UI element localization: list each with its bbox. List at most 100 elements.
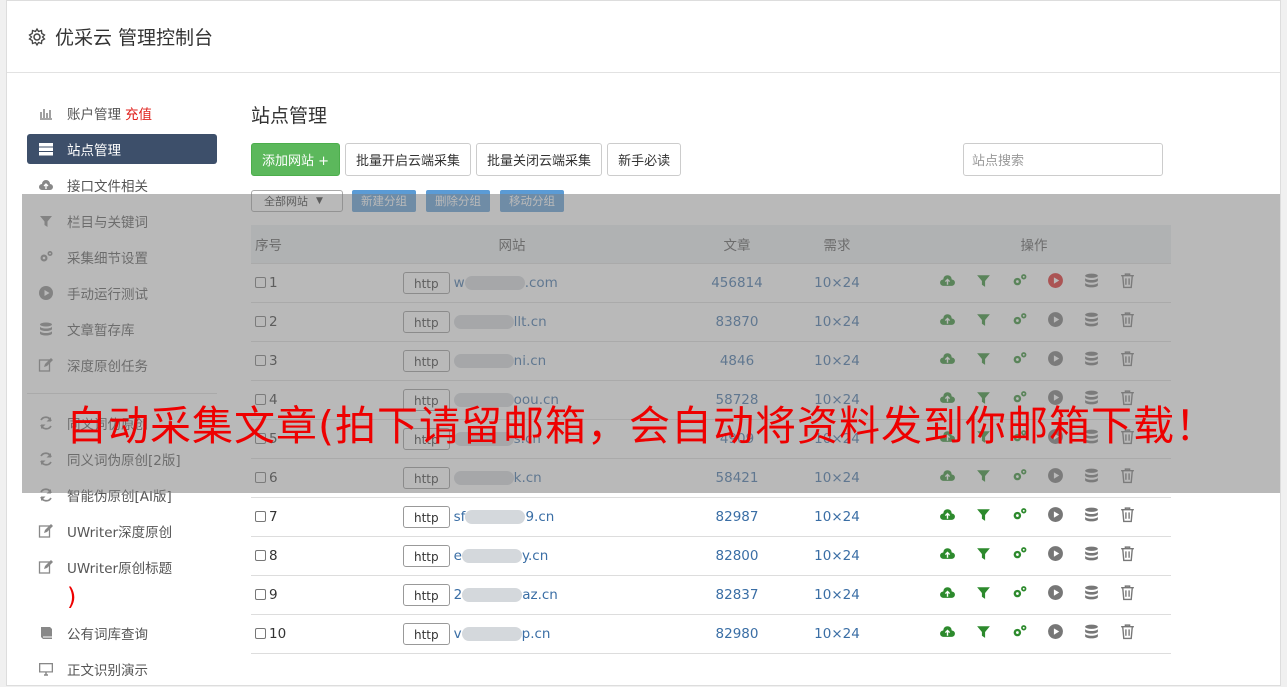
row-articles[interactable]: 82800 (697, 535, 777, 575)
site-domain-suffix[interactable]: llt.cn (514, 314, 547, 330)
filter-icon[interactable] (975, 506, 992, 527)
sidebar-item-items-0[interactable]: 账户管理 充值 (27, 95, 217, 131)
http-badge[interactable]: http (403, 466, 450, 489)
cloud-upload-icon[interactable] (939, 506, 956, 527)
cloud-upload-icon[interactable] (939, 467, 956, 488)
site-domain-suffix[interactable]: p.cn (522, 626, 551, 642)
row-checkbox[interactable] (255, 549, 266, 561)
site-domain-prefix[interactable]: sf (454, 509, 466, 525)
row-checkbox[interactable] (255, 315, 266, 327)
row-articles[interactable]: 83870 (697, 301, 777, 341)
row-checkbox[interactable] (255, 276, 266, 288)
row-articles[interactable]: 82987 (697, 496, 777, 536)
site-search-input[interactable]: 站点搜索 (963, 143, 1163, 176)
site-domain-suffix[interactable]: k.cn (514, 470, 542, 486)
site-domain-prefix[interactable]: v (454, 626, 462, 642)
row-checkbox[interactable] (255, 627, 266, 639)
filter-icon[interactable] (975, 467, 992, 488)
sidebar-item-items-4[interactable]: 采集细节设置 (27, 239, 217, 275)
trash-icon[interactable] (1119, 545, 1136, 566)
row-demand[interactable]: 10×24 (777, 340, 897, 380)
sidebar-item-items3-0[interactable]: 公有词库查询 (27, 615, 217, 651)
trash-icon[interactable] (1119, 584, 1136, 605)
sidebar-item-items2-4[interactable]: UWriter原创标题 (27, 549, 217, 585)
http-badge[interactable]: http (403, 271, 450, 294)
row-demand[interactable]: 10×24 (777, 301, 897, 341)
batch-open-cloud-button[interactable]: 批量开启云端采集 (345, 143, 472, 176)
http-badge[interactable]: http (403, 622, 450, 645)
cogs-icon[interactable] (1011, 350, 1028, 371)
cogs-icon[interactable] (1011, 506, 1028, 527)
move-group-button[interactable]: 移动分组 (500, 190, 564, 212)
trash-icon[interactable] (1119, 467, 1136, 488)
database-icon[interactable] (1083, 272, 1100, 293)
cloud-upload-icon[interactable] (939, 272, 956, 293)
database-icon[interactable] (1083, 545, 1100, 566)
cogs-icon[interactable] (1011, 584, 1028, 605)
sidebar-item-items-7[interactable]: 深度原创任务 (27, 347, 217, 383)
site-domain-prefix[interactable]: w (454, 275, 465, 291)
play-circle-icon[interactable] (1047, 623, 1064, 644)
play-circle-icon[interactable] (1047, 467, 1064, 488)
cloud-upload-icon[interactable] (939, 545, 956, 566)
play-circle-icon[interactable] (1047, 545, 1064, 566)
cloud-upload-icon[interactable] (939, 311, 956, 332)
database-icon[interactable] (1083, 584, 1100, 605)
database-icon[interactable] (1083, 350, 1100, 371)
row-demand[interactable]: 10×24 (777, 496, 897, 536)
site-domain-suffix[interactable]: 9.cn (525, 509, 554, 525)
row-articles[interactable]: 82837 (697, 574, 777, 614)
trash-icon[interactable] (1119, 350, 1136, 371)
cogs-icon[interactable] (1011, 311, 1028, 332)
row-checkbox[interactable] (255, 471, 266, 483)
sidebar-item-items-5[interactable]: 手动运行测试 (27, 275, 217, 311)
trash-icon[interactable] (1119, 311, 1136, 332)
sidebar-item-items-6[interactable]: 文章暂存库 (27, 311, 217, 347)
new-group-button[interactable]: 新建分组 (352, 190, 416, 212)
trash-icon[interactable] (1119, 506, 1136, 527)
site-domain-suffix[interactable]: ni.cn (514, 353, 547, 369)
row-checkbox[interactable] (255, 510, 266, 522)
row-checkbox[interactable] (255, 588, 266, 600)
site-domain-suffix[interactable]: .com (525, 275, 558, 291)
sidebar-item-items-3[interactable]: 栏目与关键词 (27, 203, 217, 239)
http-badge[interactable]: http (403, 349, 450, 372)
row-demand[interactable]: 10×24 (777, 613, 897, 654)
play-circle-icon[interactable] (1047, 584, 1064, 605)
site-domain-prefix[interactable]: 2 (454, 587, 463, 603)
row-demand[interactable]: 10×24 (777, 574, 897, 614)
row-demand[interactable]: 10×24 (777, 535, 897, 575)
row-checkbox[interactable] (255, 354, 266, 366)
batch-close-cloud-button[interactable]: 批量关闭云端采集 (476, 143, 603, 176)
play-circle-icon[interactable] (1047, 506, 1064, 527)
cloud-upload-icon[interactable] (939, 584, 956, 605)
row-articles[interactable]: 58421 (697, 457, 777, 497)
filter-icon[interactable] (975, 623, 992, 644)
row-demand[interactable]: 10×24 (777, 457, 897, 497)
sidebar-item-items3-1[interactable]: 正文识别演示 (27, 651, 217, 687)
trash-icon[interactable] (1119, 623, 1136, 644)
trash-icon[interactable] (1119, 272, 1136, 293)
delete-group-button[interactable]: 删除分组 (426, 190, 490, 212)
database-icon[interactable] (1083, 467, 1100, 488)
cloud-upload-icon[interactable] (939, 623, 956, 644)
site-domain-suffix[interactable]: az.cn (522, 587, 558, 603)
sidebar-item-items-2[interactable]: 接口文件相关 (27, 167, 217, 203)
cogs-icon[interactable] (1011, 272, 1028, 293)
sidebar-item-items2-3[interactable]: UWriter深度原创 (27, 513, 217, 549)
database-icon[interactable] (1083, 311, 1100, 332)
play-circle-icon[interactable] (1047, 350, 1064, 371)
http-badge[interactable]: http (403, 544, 450, 567)
sidebar-item-items-1[interactable]: 站点管理 (27, 134, 217, 164)
filter-icon[interactable] (975, 311, 992, 332)
guide-button[interactable]: 新手必读 (607, 143, 682, 176)
site-domain-suffix[interactable]: y.cn (522, 548, 548, 564)
add-site-button[interactable]: 添加网站 + (251, 143, 341, 176)
filter-icon[interactable] (975, 584, 992, 605)
cogs-icon[interactable] (1011, 467, 1028, 488)
row-articles[interactable]: 82980 (697, 613, 777, 654)
filter-icon[interactable] (975, 545, 992, 566)
http-badge[interactable]: http (403, 310, 450, 333)
group-select[interactable]: 全部网站 ▼ (251, 190, 343, 212)
row-articles[interactable]: 456814 (697, 262, 777, 302)
